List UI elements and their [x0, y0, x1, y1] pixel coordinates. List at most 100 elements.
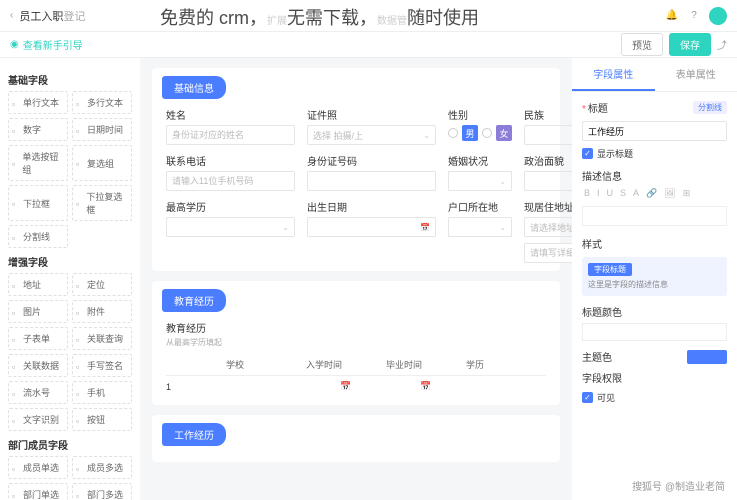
- palette-field[interactable]: ▫单选按钮组: [8, 145, 68, 181]
- section-title: 增强字段: [8, 254, 132, 269]
- palette-field[interactable]: ▫按钮: [72, 408, 132, 431]
- table-header: 学历: [466, 358, 546, 371]
- select-input[interactable]: 选择 拍摄/上⌄: [307, 125, 436, 145]
- palette-field[interactable]: ▫定位: [72, 273, 132, 296]
- tag-color-label: 标题颜色: [582, 304, 727, 319]
- field-label: 出生日期: [307, 199, 436, 214]
- palette-field[interactable]: ▫成员多选: [72, 456, 132, 479]
- palette-field[interactable]: ▫下拉框: [8, 185, 68, 221]
- text-input[interactable]: [166, 171, 295, 191]
- tab-field-props[interactable]: 字段属性: [572, 58, 655, 91]
- field-label: 证件照: [307, 107, 436, 122]
- palette-field[interactable]: ▫复选组: [72, 145, 132, 181]
- theme-color-label: 主题色: [582, 349, 612, 364]
- field-label: 性别: [448, 107, 512, 122]
- save-button[interactable]: 保存: [669, 33, 711, 56]
- palette-field[interactable]: ▫成员单选: [8, 456, 68, 479]
- select-input[interactable]: ⌄: [448, 217, 512, 237]
- field-label: 政治面貌: [524, 153, 572, 168]
- visible-checkbox[interactable]: ✓可见: [582, 391, 727, 404]
- palette-field[interactable]: ▫子表单: [8, 327, 68, 350]
- table-cell[interactable]: 📅: [386, 381, 466, 392]
- help-icon[interactable]: ?: [687, 9, 701, 23]
- palette-field[interactable]: ▫多行文本: [72, 91, 132, 114]
- show-title-checkbox[interactable]: ✓显示标题: [582, 147, 727, 160]
- guide-link[interactable]: 查看新手引导: [23, 37, 83, 52]
- palette-field[interactable]: ▫部门多选: [72, 483, 132, 500]
- section-header: 基础信息: [162, 76, 226, 99]
- select-input[interactable]: ⌄: [448, 171, 512, 191]
- style-preview: 字段标题这里是字段的描述信息: [582, 257, 727, 296]
- page-title: 员工入职登记: [19, 8, 85, 24]
- radio-icon[interactable]: [448, 128, 458, 138]
- rich-toolbar[interactable]: BIUSA🔗🖼⊞: [582, 187, 727, 200]
- share-icon[interactable]: ⤴: [717, 37, 727, 52]
- preview-button[interactable]: 预览: [621, 33, 663, 56]
- field-palette: 基础字段 ▫单行文本▫多行文本▫数字▫日期时间▫单选按钮组▫复选组▫下拉框▫下拉…: [0, 58, 140, 500]
- field-label: 民族: [524, 107, 572, 122]
- table-cell[interactable]: 1: [166, 382, 226, 392]
- palette-field[interactable]: ▫地址: [8, 273, 68, 296]
- palette-field[interactable]: ▫关联数据: [8, 354, 68, 377]
- section-header: 教育经历: [162, 289, 226, 312]
- subtable-title: 教育经历: [166, 320, 546, 335]
- field-label: 联系电话: [166, 153, 295, 168]
- palette-field[interactable]: ▫分割线: [8, 225, 68, 248]
- table-cell[interactable]: 📅: [306, 381, 386, 392]
- perm-label: 字段权限: [582, 370, 727, 385]
- text-input[interactable]: [166, 125, 295, 145]
- palette-field[interactable]: ▫流水号: [8, 381, 68, 404]
- field-label: 婚姻状况: [448, 153, 512, 168]
- section-title: 部门成员字段: [8, 437, 132, 452]
- avatar[interactable]: [709, 7, 727, 25]
- style-label: 样式: [582, 236, 727, 251]
- desc-label: 描述信息: [582, 168, 727, 183]
- form-canvas: 基础信息 姓名证件照选择 拍摄/上⌄ 性别男 女民族 ⌄ 联系电话身份证号码婚姻状况 ⌄ 政…: [140, 58, 572, 500]
- field-label: 户口所在地: [448, 199, 512, 214]
- table-header: 学校: [226, 358, 306, 371]
- select-input[interactable]: 📅: [307, 217, 436, 237]
- bell-icon[interactable]: 🔔: [665, 9, 679, 23]
- palette-field[interactable]: ▫附件: [72, 300, 132, 323]
- field-label: 最高学历: [166, 199, 295, 214]
- title-label: 标题: [582, 100, 608, 115]
- address-detail[interactable]: [524, 243, 572, 263]
- field-label: 身份证号码: [307, 153, 436, 168]
- radio-icon[interactable]: [482, 128, 492, 138]
- select-input[interactable]: ⌄: [524, 125, 572, 145]
- field-label: 现居住地址: [524, 199, 572, 214]
- field-label: 姓名: [166, 107, 295, 122]
- palette-field[interactable]: ▫单行文本: [8, 91, 68, 114]
- tag-color-input[interactable]: [582, 323, 727, 341]
- palette-field[interactable]: ▫数字: [8, 118, 68, 141]
- text-input[interactable]: [307, 171, 436, 191]
- back-icon[interactable]: ‹: [10, 10, 13, 21]
- table-header: 入学时间: [306, 358, 386, 371]
- address-select[interactable]: 请选择地址⌄: [524, 217, 572, 237]
- properties-panel: 字段属性 表单属性 标题 分割线 ✓显示标题 描述信息 BIUSA🔗🖼⊞ 样式 字…: [572, 58, 737, 500]
- tab-form-props[interactable]: 表单属性: [655, 58, 737, 91]
- radio-female[interactable]: 女: [496, 125, 512, 141]
- title-input[interactable]: [582, 121, 727, 141]
- palette-field[interactable]: ▫图片: [8, 300, 68, 323]
- palette-field[interactable]: ▫文字识别: [8, 408, 68, 431]
- palette-field[interactable]: ▫手写签名: [72, 354, 132, 377]
- table-header: [166, 358, 226, 371]
- theme-color-swatch[interactable]: [687, 350, 727, 364]
- palette-field[interactable]: ▫关联查询: [72, 327, 132, 350]
- palette-field[interactable]: ▫下拉复选框: [72, 185, 132, 221]
- subtable-subtitle: 从最高学历填起: [166, 337, 546, 348]
- palette-field[interactable]: ▫手机: [72, 381, 132, 404]
- pin-icon: ◉: [10, 39, 19, 50]
- divider-tag[interactable]: 分割线: [693, 101, 727, 114]
- select-input[interactable]: ⌄: [166, 217, 295, 237]
- section-header: 工作经历: [162, 423, 226, 446]
- watermark: 搜狐号 @制造业老简: [628, 477, 729, 494]
- palette-field[interactable]: ▫部门单选: [8, 483, 68, 500]
- palette-field[interactable]: ▫日期时间: [72, 118, 132, 141]
- desc-editor[interactable]: [582, 206, 727, 226]
- select-input[interactable]: ⌄: [524, 171, 572, 191]
- section-title: 基础字段: [8, 72, 132, 87]
- radio-male[interactable]: 男: [462, 125, 478, 141]
- table-header: 毕业时间: [386, 358, 466, 371]
